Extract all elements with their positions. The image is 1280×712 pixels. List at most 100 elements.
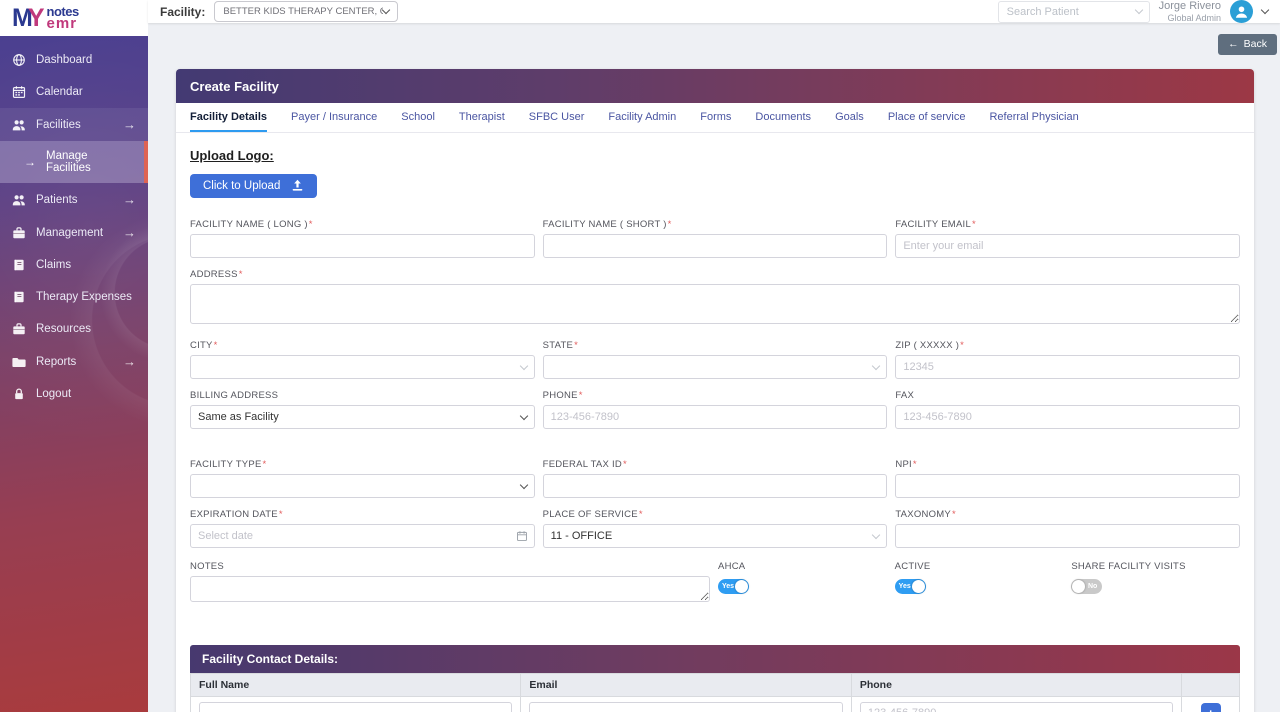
contact-email-input[interactable] — [529, 702, 842, 712]
share-facility-visits-toggle[interactable]: No — [1071, 579, 1102, 594]
tab-facility-admin[interactable]: Facility Admin — [608, 103, 676, 132]
facility-type-select[interactable] — [190, 474, 535, 498]
ahca-toggle[interactable]: Yes — [718, 579, 749, 594]
facility-form: FACILITY NAME ( LONG ) FACILITY NAME ( S… — [190, 219, 1240, 712]
state-select[interactable] — [543, 355, 888, 379]
notes-textarea[interactable] — [190, 576, 710, 602]
avatar[interactable] — [1230, 0, 1253, 23]
sidebar-item-calendar[interactable]: Calendar — [0, 76, 148, 108]
facility-email-input[interactable] — [895, 234, 1240, 258]
field-label: EXPIRATION DATE — [190, 509, 535, 520]
place-of-service-select[interactable]: 11 - OFFICE — [543, 524, 888, 548]
sidebar-item-management[interactable]: Management → — [0, 216, 148, 249]
sidebar-item-label: Resources — [36, 323, 91, 335]
logo-letter-y: Y — [28, 4, 45, 33]
sidebar-item-therapy-expenses[interactable]: Therapy Expenses — [0, 281, 148, 313]
billing-address-select[interactable]: Same as Facility — [190, 405, 535, 429]
tabs-bar: Facility Details Payer / Insurance School T… — [176, 103, 1254, 133]
tab-therapist[interactable]: Therapist — [459, 103, 505, 132]
people-icon — [12, 118, 26, 132]
federal-tax-id-input[interactable] — [543, 474, 888, 498]
arrow-right-icon: → — [123, 225, 136, 240]
field-label: CITY — [190, 340, 535, 351]
toggle-group-ahca: AHCA Yes — [718, 561, 887, 607]
back-label: Back — [1244, 38, 1267, 50]
facility-label: Facility: — [160, 5, 205, 19]
content-area: ←Back Create Facility Facility DetailsPa… — [148, 23, 1280, 712]
search-patient-input[interactable] — [998, 1, 1150, 23]
book-icon — [12, 258, 26, 272]
field-label: BILLING ADDRESS — [190, 390, 535, 401]
tab-sfbc-user[interactable]: SFBC User — [529, 103, 585, 132]
dashboard-icon — [12, 53, 26, 67]
sidebar-item-label: Management — [36, 227, 103, 239]
facility-name-short-input[interactable] — [543, 234, 888, 258]
field-label: STATE — [543, 340, 888, 351]
main-area: Facility: BETTER KIDS THERAPY CENTER, CO… — [148, 0, 1280, 712]
zip-input[interactable] — [895, 355, 1240, 379]
sidebar-menu: DashboardCalendarFacilities→→Manage Faci… — [0, 36, 148, 712]
toggle-label: ACTIVE — [895, 561, 1064, 572]
tab-facility-details[interactable]: Facility Details — [190, 103, 267, 132]
sidebar-item-reports[interactable]: Reports→ — [0, 345, 148, 378]
field-label: FACILITY EMAIL — [895, 219, 1240, 230]
column-header-full-name: Full Name — [191, 674, 521, 697]
table-header-row: Full Name Email Phone — [191, 674, 1240, 697]
field-label: PHONE — [543, 390, 888, 401]
expiration-date-input[interactable] — [190, 524, 535, 548]
chevron-down-icon — [519, 411, 527, 419]
table-row: + — [191, 697, 1240, 712]
toggle-state: Yes — [899, 583, 911, 590]
facility-select-value: BETTER KIDS THERAPY CENTER, CORP — [223, 6, 383, 17]
upload-button-label: Click to Upload — [203, 180, 280, 192]
address-textarea[interactable] — [190, 284, 1240, 324]
sidebar-item-resources[interactable]: Resources — [0, 313, 148, 345]
chevron-down-icon — [872, 530, 880, 538]
contact-phone-input[interactable] — [860, 702, 1173, 712]
sidebar-item-label: Logout — [36, 388, 71, 400]
tab-forms[interactable]: Forms — [700, 103, 731, 132]
place-of-service-value: 11 - OFFICE — [551, 530, 613, 542]
facility-name-long-input[interactable] — [190, 234, 535, 258]
city-select[interactable] — [190, 355, 535, 379]
column-header-phone: Phone — [851, 674, 1181, 697]
taxonomy-input[interactable] — [895, 524, 1240, 548]
person-icon — [1233, 3, 1250, 20]
facility-select[interactable]: BETTER KIDS THERAPY CENTER, CORP — [214, 1, 398, 22]
add-contact-button[interactable]: + — [1201, 703, 1221, 712]
lock-icon — [12, 387, 26, 401]
tab-referral-physician[interactable]: Referral Physician — [989, 103, 1078, 132]
user-menu[interactable]: Jorge Rivero Global Admin — [1159, 0, 1221, 23]
tab-payer-insurance[interactable]: Payer / Insurance — [291, 103, 377, 132]
sidebar-item-manage-facilities[interactable]: →Manage Facilities — [0, 141, 148, 183]
search-patient-wrap — [998, 1, 1150, 23]
user-role: Global Admin — [1159, 13, 1221, 23]
sidebar: MY notes emr DashboardCalendarFacilities… — [0, 0, 148, 712]
chevron-down-icon — [872, 361, 880, 369]
field-label: FAX — [895, 390, 1240, 401]
app-logo[interactable]: MY notes emr — [0, 0, 148, 36]
field-label: TAXONOMY — [895, 509, 1240, 520]
column-header-email: Email — [521, 674, 851, 697]
contact-full-name-input[interactable] — [199, 702, 512, 712]
sidebar-item-logout[interactable]: Logout — [0, 378, 148, 410]
field-label: NOTES — [190, 561, 710, 572]
npi-input[interactable] — [895, 474, 1240, 498]
sidebar-item-facilities[interactable]: Facilities→ — [0, 108, 148, 141]
sidebar-item-dashboard[interactable]: Dashboard — [0, 44, 148, 76]
active-toggle[interactable]: Yes — [895, 579, 926, 594]
chevron-down-icon — [519, 480, 527, 488]
create-facility-card: Create Facility Facility DetailsPayer / … — [176, 69, 1254, 712]
phone-input[interactable] — [543, 405, 888, 429]
chevron-down-icon[interactable] — [1261, 6, 1269, 14]
tab-goals[interactable]: Goals — [835, 103, 864, 132]
fax-input[interactable] — [895, 405, 1240, 429]
sidebar-item-claims[interactable]: Claims — [0, 249, 148, 281]
chevron-down-icon — [382, 6, 390, 14]
back-button[interactable]: ←Back — [1218, 34, 1277, 55]
upload-logo-button[interactable]: Click to Upload — [190, 174, 317, 198]
sidebar-item-patients[interactable]: Patients→ — [0, 183, 148, 216]
tab-school[interactable]: School — [401, 103, 435, 132]
tab-documents[interactable]: Documents — [755, 103, 811, 132]
tab-place-of-service[interactable]: Place of service — [888, 103, 966, 132]
